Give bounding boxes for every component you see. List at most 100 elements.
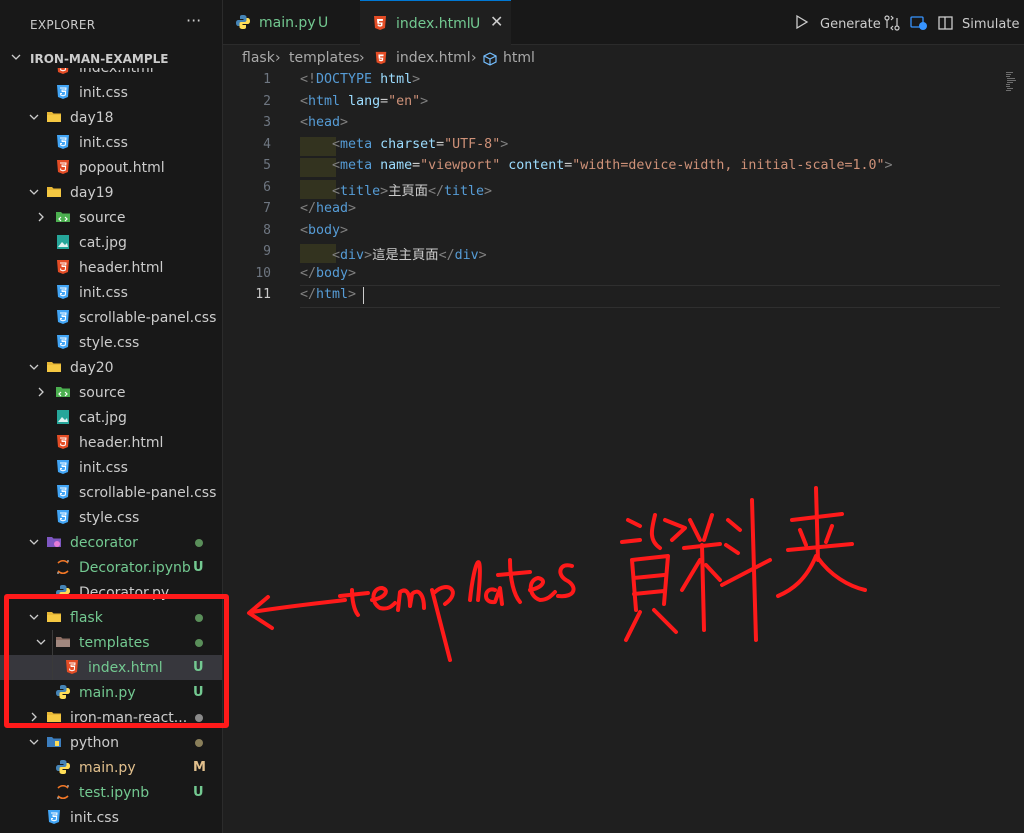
run-icon[interactable] — [794, 14, 810, 30]
tree-file[interactable]: scrollable-panel.css — [0, 305, 222, 330]
code-token: div — [340, 248, 365, 263]
code-line[interactable]: </body> — [300, 266, 356, 281]
tree-file[interactable]: init.css — [0, 805, 222, 830]
code-line[interactable]: <div>這是主頁面</div> — [300, 244, 487, 263]
code-token: html — [380, 72, 413, 87]
line-number: 7 — [263, 201, 271, 216]
code-line[interactable]: <body> — [300, 223, 348, 238]
ellipsis-icon[interactable]: ··· — [186, 11, 201, 30]
code-token: 這是主頁面 — [372, 248, 439, 263]
code-token: </ — [300, 201, 317, 216]
tree-file[interactable]: style.css — [0, 330, 222, 355]
line-number: 1 — [263, 72, 271, 87]
code-token: <! — [300, 72, 317, 87]
code-line[interactable]: <html lang="en"> — [300, 94, 428, 109]
chevron-down-icon[interactable] — [29, 737, 39, 747]
git-status-badge: M — [193, 760, 206, 775]
chevron-down-icon[interactable] — [29, 112, 39, 122]
line-number: 10 — [255, 265, 271, 281]
current-line-highlight — [300, 285, 1000, 308]
code-token: > — [348, 287, 357, 302]
tree-item-label: day20 — [70, 360, 114, 376]
tree-file[interactable]: header.html — [0, 255, 222, 280]
copilot-icon[interactable] — [910, 14, 928, 32]
code-token: meta — [340, 136, 373, 152]
tree-file[interactable]: init.css — [0, 455, 222, 480]
code-token: < — [332, 183, 341, 199]
tree-file[interactable]: init.css — [0, 130, 222, 155]
tree-item-label: python — [70, 735, 119, 751]
code-token: </ — [300, 287, 317, 302]
project-root[interactable]: IRON-MAN-EXAMPLE — [0, 50, 222, 68]
css-file-icon — [55, 509, 71, 525]
html5-icon — [55, 434, 71, 450]
code-token: "viewport" — [420, 158, 501, 173]
tree-file[interactable]: header.html — [0, 430, 222, 455]
code-line[interactable]: <title>主頁面</title> — [300, 180, 492, 199]
breadcrumb-separator: › — [275, 50, 281, 66]
code-token: head — [308, 115, 341, 130]
tree-folder[interactable]: source — [0, 205, 222, 230]
tree-file[interactable]: cat.jpg — [0, 230, 222, 255]
split-editor-icon[interactable] — [937, 14, 955, 32]
code-token: meta — [340, 158, 373, 173]
compare-changes-icon[interactable] — [883, 14, 901, 32]
chevron-down-icon[interactable] — [29, 362, 39, 372]
git-status-badge: U — [193, 560, 204, 575]
tree-item-label: init.css — [79, 460, 128, 476]
code-editor[interactable]: 1 <!DOCTYPE html> 2 <html lang="en"> 3 <head>… — [223, 70, 1024, 833]
decorator-folder-icon — [46, 534, 62, 550]
code-line[interactable]: <meta name="viewport" content="width=dev… — [300, 158, 893, 173]
code-token: > — [884, 158, 893, 173]
breadcrumb-item-flask[interactable]: flask — [242, 50, 275, 66]
tree-folder[interactable]: day19 — [0, 180, 222, 205]
tree-file[interactable]: init.css — [0, 80, 222, 105]
tab-index-html[interactable]: index.html U ✕ — [360, 0, 511, 46]
tree-folder[interactable]: python — [0, 730, 222, 755]
breadcrumb-item-symbol[interactable]: html — [503, 50, 535, 66]
tab-main-py[interactable]: main.py U — [223, 0, 358, 44]
tree-item-label: index.html — [79, 68, 154, 76]
generate-label[interactable]: Generate — [820, 17, 881, 32]
chevron-down-icon[interactable] — [29, 187, 39, 197]
python-icon — [55, 759, 71, 775]
tree-item-label: source — [79, 210, 126, 226]
tree-item-label: init.css — [79, 135, 128, 151]
code-line[interactable]: </html> — [300, 287, 356, 302]
code-line[interactable]: <!DOCTYPE html> — [300, 72, 420, 87]
css-file-icon — [46, 809, 62, 825]
css-file-icon — [55, 134, 71, 150]
chevron-right-icon[interactable] — [36, 212, 46, 222]
minimap[interactable] — [1006, 72, 1016, 92]
tree-file[interactable]: Decorator.ipynb U — [0, 555, 222, 580]
close-icon[interactable]: ✕ — [490, 12, 503, 31]
tree-file[interactable]: main.py M — [0, 755, 222, 780]
tab-main-py-label: main.py — [259, 15, 316, 31]
tree-file[interactable]: init.css — [0, 280, 222, 305]
simulate-label[interactable]: Simulate — [962, 17, 1019, 32]
tree-file[interactable]: popout.html — [0, 155, 222, 180]
tree-file[interactable]: scrollable-panel.css — [0, 480, 222, 505]
code-line[interactable]: <head> — [300, 115, 348, 130]
tree-file[interactable]: cat.jpg — [0, 405, 222, 430]
tree-file[interactable]: style.css — [0, 505, 222, 530]
chevron-down-icon — [11, 54, 21, 60]
chevron-down-icon[interactable] — [29, 537, 39, 547]
breadcrumb-item-templates[interactable]: templates — [289, 50, 360, 66]
chevron-right-icon[interactable] — [36, 387, 46, 397]
code-token: > — [412, 72, 421, 87]
tree-folder[interactable]: source — [0, 380, 222, 405]
tree-folder[interactable]: day18 — [0, 105, 222, 130]
breadcrumb-item-file[interactable]: index.html — [396, 50, 471, 66]
tree-item-label: source — [79, 385, 126, 401]
code-token: > — [380, 183, 389, 199]
tree-file[interactable]: index.html — [0, 68, 222, 80]
tree-file[interactable]: test.ipynb U — [0, 780, 222, 805]
tree-folder[interactable]: decorator — [0, 530, 222, 555]
code-line[interactable]: <meta charset="UTF-8"> — [300, 137, 508, 152]
code-line[interactable]: </head> — [300, 201, 356, 216]
tree-folder[interactable]: day20 — [0, 355, 222, 380]
